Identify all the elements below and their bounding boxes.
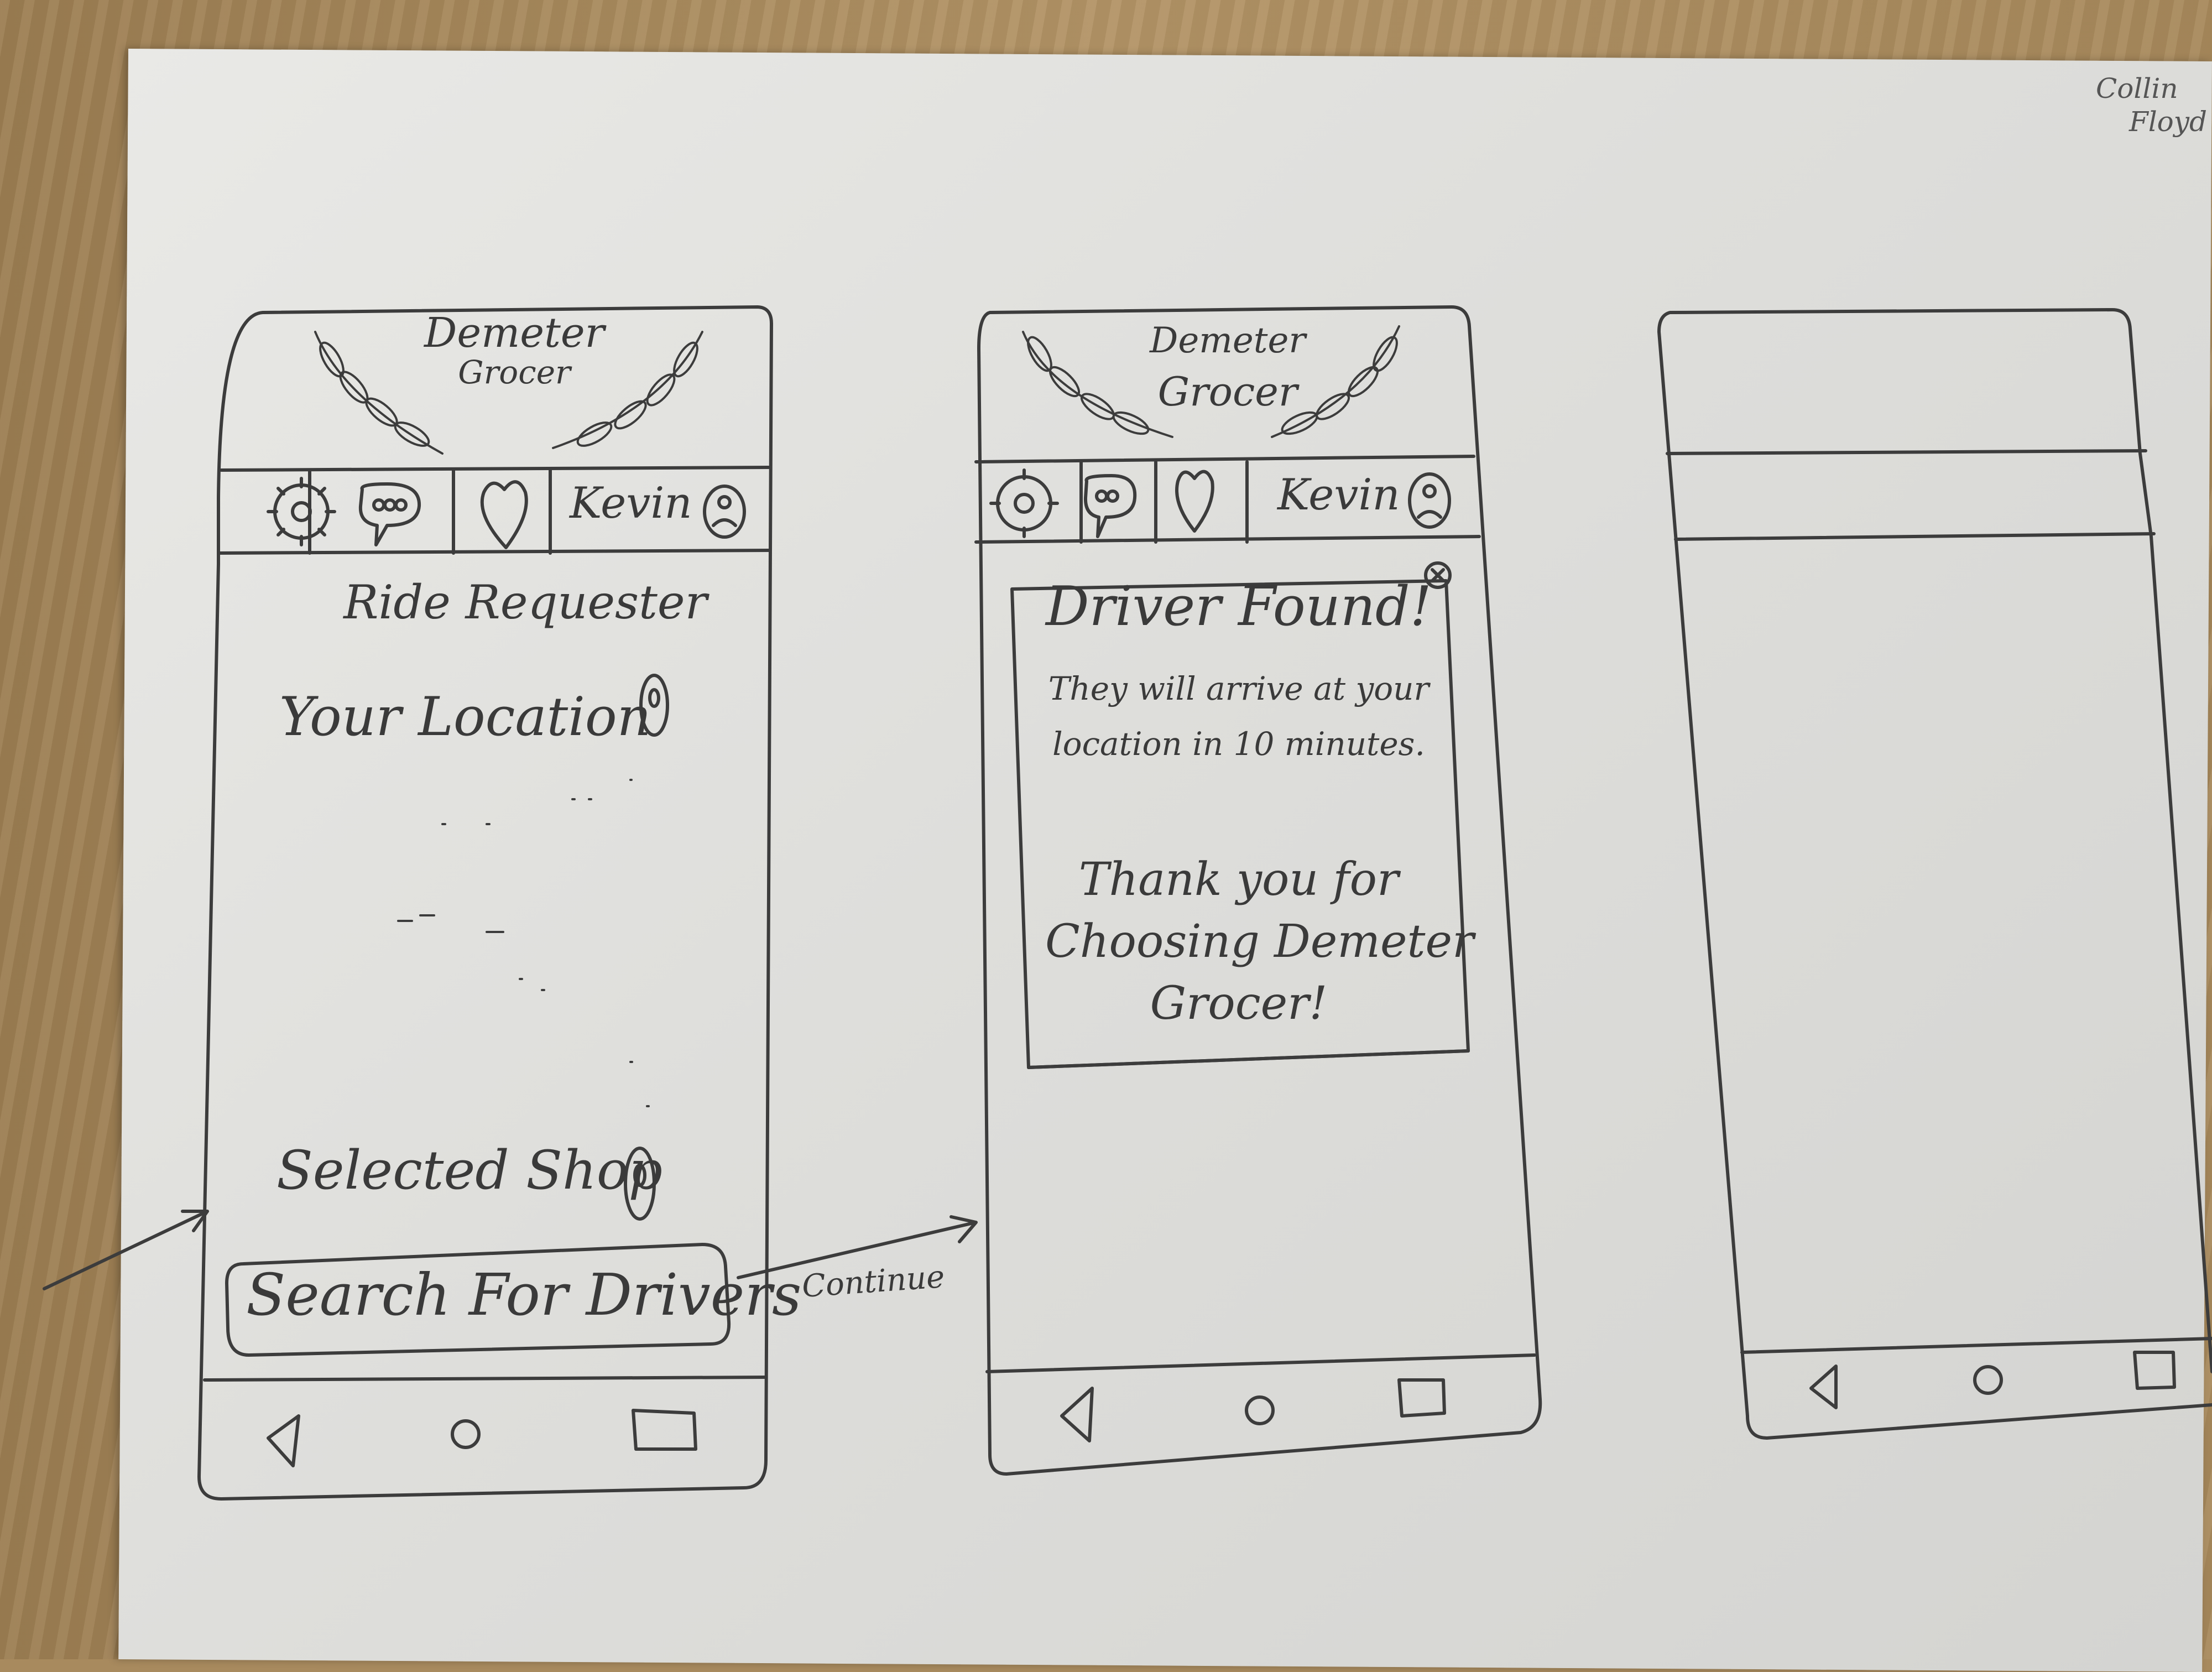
map-dots: [397, 779, 650, 1107]
dialog-thanks-line-2: Choosing Demeter: [1045, 915, 1474, 968]
profile-icon[interactable]: [703, 485, 746, 539]
back-triangle-icon[interactable]: [1809, 1364, 1838, 1409]
chat-bubble-icon[interactable]: [358, 482, 421, 546]
app-title-1: Demeter Grocer: [398, 310, 630, 388]
search-for-drivers-button[interactable]: Search For Drivers: [246, 1261, 801, 1329]
system-nav-2: [1060, 1378, 1446, 1442]
app-title-line-1: Demeter: [1150, 320, 1306, 361]
heart-icon-2[interactable]: [1175, 470, 1214, 533]
recents-square-icon[interactable]: [2133, 1351, 2176, 1390]
app-title-2: Demeter Grocer: [1112, 315, 1344, 417]
incoming-arrow: [43, 1210, 209, 1290]
recents-square-icon[interactable]: [632, 1409, 697, 1451]
your-location-label[interactable]: Your Location: [279, 686, 651, 748]
dialog-message: They will arrive at your location in 10 …: [1034, 661, 1443, 772]
screen-title: Ride Requester: [343, 575, 707, 629]
dialog-thanks-line-3: Grocer!: [1150, 977, 1328, 1030]
gear-icon[interactable]: [267, 477, 336, 546]
profile-icon-2[interactable]: [1408, 472, 1451, 529]
phone-3-outline: [1657, 308, 2212, 1440]
gear-icon-2[interactable]: [989, 468, 1059, 538]
home-circle-icon[interactable]: [451, 1419, 481, 1449]
app-title-line-2: Grocer: [458, 353, 571, 391]
system-nav-3: [1809, 1351, 2176, 1409]
back-triangle-icon[interactable]: [267, 1414, 300, 1467]
app-title-line-2: Grocer: [1157, 368, 1298, 415]
app-title-line-1: Demeter: [424, 309, 604, 357]
back-triangle-icon[interactable]: [1060, 1387, 1094, 1442]
nav-user-name[interactable]: Kevin: [570, 478, 692, 528]
home-circle-icon[interactable]: [1245, 1395, 1275, 1425]
system-nav-1: [267, 1409, 697, 1467]
dialog-message-line-1: They will arrive at your: [1048, 670, 1430, 707]
chat-bubble-icon-2[interactable]: [1083, 474, 1137, 538]
dialog-message-line-2: location in 10 minutes.: [1052, 725, 1425, 763]
nav-user-name-2[interactable]: Kevin: [1277, 470, 1400, 520]
selected-shop-label[interactable]: Selected Shop: [276, 1139, 662, 1201]
dialog-thanks: Thank you for Choosing Demeter Grocer!: [1045, 849, 1474, 1035]
recents-square-icon[interactable]: [1397, 1378, 1446, 1418]
dialog-title: Driver Found!: [1045, 575, 1432, 638]
wireframe-sketch: [43, 305, 2212, 1501]
heart-icon[interactable]: [480, 480, 528, 549]
dialog-thanks-line-1: Thank you for: [1078, 853, 1399, 906]
home-circle-icon[interactable]: [1973, 1365, 2003, 1395]
